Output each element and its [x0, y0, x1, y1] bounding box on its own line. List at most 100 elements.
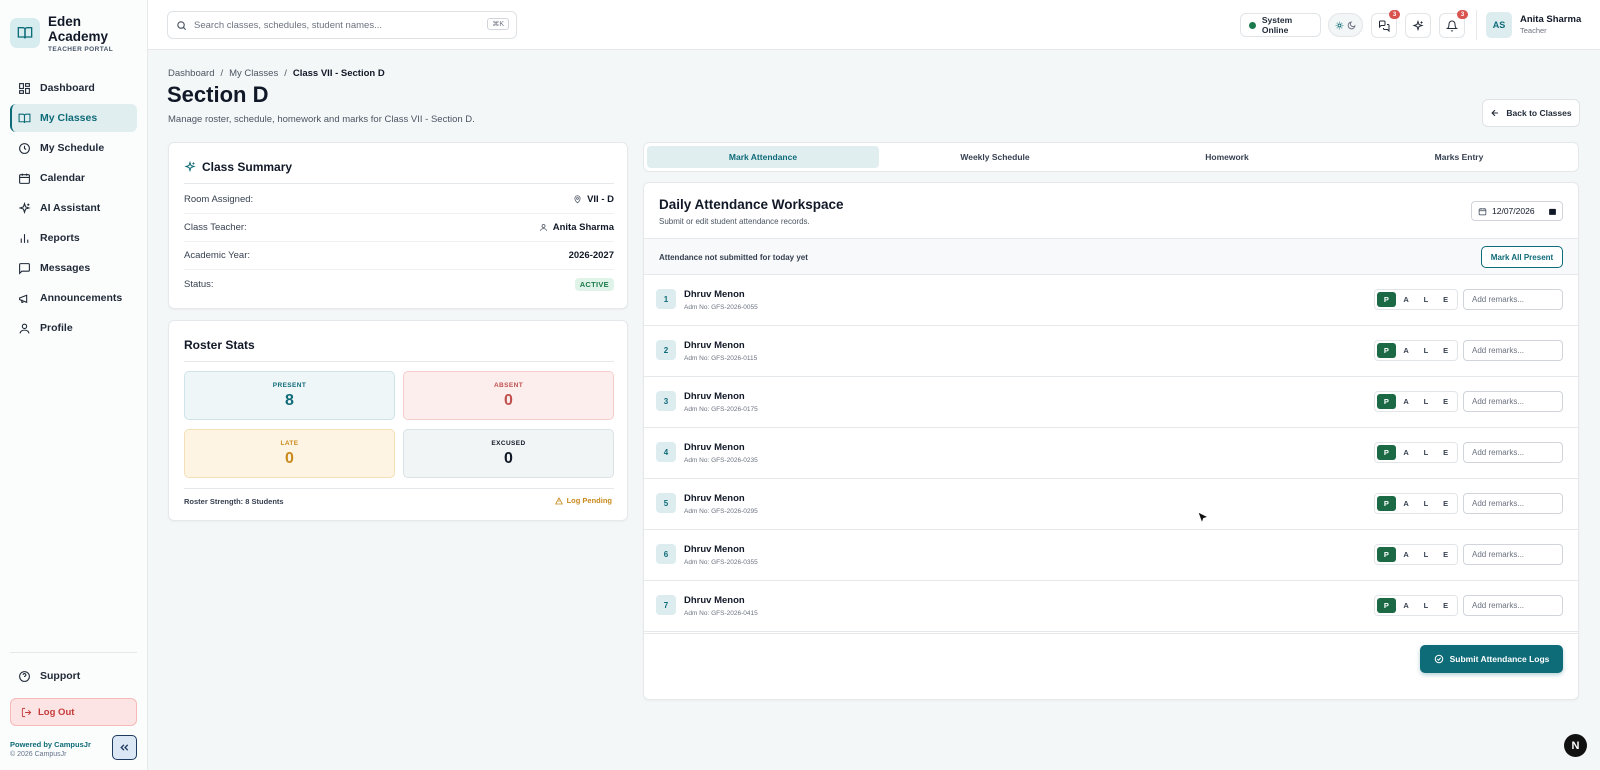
messages-badge: 3 [1389, 10, 1400, 19]
sidebar-item-dashboard[interactable]: Dashboard [10, 74, 137, 102]
back-to-classes-button[interactable]: Back to Classes [1482, 99, 1580, 127]
mark-all-present-button[interactable]: Mark All Present [1481, 246, 1563, 268]
status-option-a[interactable]: A [1397, 343, 1416, 358]
status-option-e[interactable]: E [1436, 496, 1455, 511]
sidebar-item-label: My Classes [40, 112, 98, 124]
student-row: 1 Dhruv Menon Adm No: GFS-2026-0055 P A L E Add… [644, 275, 1578, 326]
remarks-input[interactable]: Add remarks... [1463, 289, 1563, 310]
sidebar-item-messages[interactable]: Messages [10, 254, 137, 282]
avatar[interactable]: AS [1486, 12, 1512, 38]
messages-button[interactable]: 3 [1371, 10, 1400, 38]
notifications-button[interactable]: 3 [1439, 10, 1468, 38]
status-option-l[interactable]: L [1417, 394, 1436, 409]
brand[interactable]: Eden Academy TEACHER PORTAL [10, 14, 113, 53]
attendance-status-toggle: PALE [1374, 340, 1458, 361]
search-shortcut: ⌘K [487, 18, 509, 30]
log-status-label: Log Pending [566, 496, 612, 505]
status-option-a[interactable]: A [1397, 292, 1416, 307]
sidebar-item-my-schedule[interactable]: My Schedule [10, 134, 137, 162]
status-option-e[interactable]: E [1436, 547, 1455, 562]
remarks-input[interactable]: Add remarks... [1463, 442, 1563, 463]
status-option-l[interactable]: L [1417, 445, 1436, 460]
status-option-l[interactable]: L [1417, 496, 1436, 511]
collapse-sidebar-button[interactable] [112, 735, 137, 760]
student-row: 3 Dhruv Menon Adm No: GFS-2026-0175 P A L E Add… [644, 377, 1578, 428]
status-option-e[interactable]: E [1436, 343, 1455, 358]
attendance-notice-bar: Attendance not submitted for today yet M… [644, 238, 1578, 275]
status-option-l[interactable]: L [1417, 292, 1436, 307]
next-devtools-button[interactable]: N [1564, 734, 1587, 757]
tab-weekly-schedule[interactable]: Weekly Schedule [879, 146, 1111, 168]
remarks-input[interactable]: Add remarks... [1463, 340, 1563, 361]
roster-strength: Roster Strength: 8 Students [184, 497, 284, 506]
submit-attendance-button[interactable]: Submit Attendance Logs [1420, 645, 1563, 673]
sparkles-icon [1412, 19, 1424, 31]
status-option-a[interactable]: A [1397, 496, 1416, 511]
status-option-e[interactable]: E [1436, 445, 1455, 460]
system-status-badge: System Online [1240, 13, 1321, 37]
book-open-icon [10, 18, 40, 48]
status-option-a[interactable]: A [1397, 445, 1416, 460]
logout-icon [21, 707, 32, 717]
sidebar-item-my-classes[interactable]: My Classes [10, 104, 137, 132]
help-circle-icon [19, 670, 30, 682]
arrow-left-icon [1491, 109, 1499, 117]
remarks-input[interactable]: Add remarks... [1463, 493, 1563, 514]
sidebar-item-announcements[interactable]: Announcements [10, 284, 137, 312]
search-input[interactable]: Search classes, schedules, student names… [167, 11, 517, 39]
status-option-a[interactable]: A [1397, 598, 1416, 613]
tab-homework[interactable]: Homework [1111, 146, 1343, 168]
tab-mark-attendance[interactable]: Mark Attendance [647, 146, 879, 168]
status-option-e[interactable]: E [1436, 292, 1455, 307]
attendance-status-toggle: PALE [1374, 544, 1458, 565]
sidebar-item-reports[interactable]: Reports [10, 224, 137, 252]
status-option-p[interactable]: P [1377, 343, 1396, 358]
remarks-input[interactable]: Add remarks... [1463, 544, 1563, 565]
chevrons-left-icon [120, 744, 129, 751]
tab-marks-entry[interactable]: Marks Entry [1343, 146, 1575, 168]
class-summary-title: Class Summary [184, 160, 292, 174]
breadcrumb-my-classes[interactable]: My Classes [229, 68, 278, 79]
status-option-l[interactable]: L [1417, 598, 1436, 613]
date-picker[interactable]: 12/07/2026 [1471, 201, 1563, 221]
sidebar-item-profile[interactable]: Profile [10, 314, 137, 342]
status-option-e[interactable]: E [1436, 394, 1455, 409]
status-option-p[interactable]: P [1377, 394, 1396, 409]
calendar-icon [1478, 207, 1487, 215]
attendance-status-toggle: PALE [1374, 391, 1458, 412]
status-option-p[interactable]: P [1377, 547, 1396, 562]
user-icon [539, 224, 547, 231]
status-option-l[interactable]: L [1417, 547, 1436, 562]
check-circle-icon [1434, 654, 1443, 664]
theme-toggle[interactable] [1328, 13, 1363, 37]
brand-name-line2: Academy [48, 29, 109, 44]
student-name: Dhruv Menon [684, 595, 745, 606]
breadcrumb-separator: / [284, 68, 287, 79]
attendance-status-toggle: PALE [1374, 442, 1458, 463]
sidebar-item-support[interactable]: Support [10, 666, 137, 686]
workspace-subtitle: Submit or edit student attendance record… [659, 217, 810, 226]
sparkles-icon [18, 201, 31, 214]
remarks-input[interactable]: Add remarks... [1463, 595, 1563, 616]
breadcrumb-dashboard[interactable]: Dashboard [168, 68, 214, 79]
logout-button[interactable]: Log Out [10, 698, 137, 726]
student-adm-no: Adm No: GFS-2026-0235 [684, 457, 758, 464]
ai-sparkles-button[interactable] [1405, 13, 1431, 38]
status-option-l[interactable]: L [1417, 343, 1436, 358]
status-option-a[interactable]: A [1397, 394, 1416, 409]
status-option-a[interactable]: A [1397, 547, 1416, 562]
status-option-p[interactable]: P [1377, 496, 1396, 511]
status-option-p[interactable]: P [1377, 292, 1396, 307]
status-option-e[interactable]: E [1436, 598, 1455, 613]
sidebar-item-calendar[interactable]: Calendar [10, 164, 137, 192]
status-option-p[interactable]: P [1377, 445, 1396, 460]
room-value: VII - D [587, 194, 614, 205]
sidebar-item-ai-assistant[interactable]: AI Assistant [10, 194, 137, 222]
log-status: Log Pending [554, 496, 612, 505]
summary-label: Status: [184, 278, 214, 290]
search-icon [177, 20, 187, 30]
status-option-p[interactable]: P [1377, 598, 1396, 613]
remarks-input[interactable]: Add remarks... [1463, 391, 1563, 412]
breadcrumb: Dashboard / My Classes / Class VII - Sec… [168, 68, 385, 79]
user-name[interactable]: Anita Sharma [1520, 14, 1581, 25]
